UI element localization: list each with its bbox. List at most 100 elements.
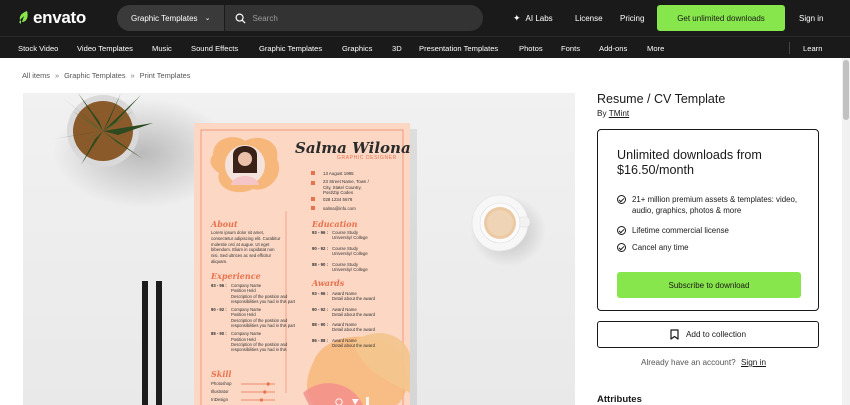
envato-logo[interactable]: envato [17, 8, 86, 28]
resume-experience-list: 93 - 96 : Company Name Position Held Descri… [211, 283, 301, 353]
resume-skill-illustrator: Illustrator [211, 389, 229, 394]
nav-item-video-templates[interactable]: Video Templates [77, 37, 133, 59]
exp-years: 93 - 96 : [211, 283, 227, 288]
top-bar: envato Graphic Templates ⌄ ✦ AI Labs Lic… [0, 0, 850, 36]
resume-awards-heading: Awards [312, 278, 345, 288]
nav-item-sound-effects[interactable]: Sound Effects [191, 37, 238, 59]
edu-line: University/ College [332, 235, 368, 241]
exp-line: responsibilities you had in this part [231, 323, 296, 329]
edu-years: 90 - 92 : [312, 245, 329, 251]
subscription-card: Unlimited downloads from $16.50/month 21… [597, 129, 819, 311]
edu-line: University/ College [332, 251, 368, 257]
nav-item-fonts[interactable]: Fonts [561, 37, 580, 59]
feature-text: Cancel any time [632, 243, 689, 252]
sparkle-icon: ✦ [513, 12, 521, 23]
item-byline: By TMint [597, 109, 629, 118]
bookmark-icon [670, 329, 679, 340]
award-years: 90 - 92 : [312, 306, 329, 312]
author-link[interactable]: TMint [609, 109, 629, 118]
award-years: 88 - 90 : [312, 322, 329, 328]
resume-contact-address: 23 Street Name, Town / City, State/ Coun… [323, 179, 369, 195]
breadcrumb-print-templates[interactable]: Print Templates [140, 71, 191, 80]
award-line: Detail about the award [332, 327, 375, 333]
resume-about-heading: About [211, 219, 238, 229]
nav-item-learn[interactable]: Learn [803, 37, 822, 59]
edu-years: 93 - 96 : [312, 230, 329, 235]
pricing-link[interactable]: Pricing [620, 0, 644, 36]
feature-item: Lifetime commercial license [617, 225, 729, 236]
byline-prefix: By [597, 109, 607, 118]
plan-title: Unlimited downloads from $16.50/month [617, 148, 762, 177]
item-preview-image[interactable]: Salma Wilona GRAPHIC DESIGNER 13 August … [23, 93, 575, 405]
resume-contact-dob: 13 August 1985 [323, 171, 354, 176]
edu-line: University/ College [332, 267, 368, 273]
exp-line: responsibilities you had in this [231, 347, 287, 353]
ai-labs-link[interactable]: ✦ AI Labs [513, 0, 553, 36]
ai-labs-label: AI Labs [525, 13, 553, 23]
search-icon [235, 13, 246, 24]
check-circle-icon [617, 195, 626, 204]
item-title: Resume / CV Template [597, 92, 726, 106]
search-input[interactable] [252, 13, 453, 23]
nav-item-presentation-templates[interactable]: Presentation Templates [419, 37, 498, 59]
award-years: 86 - 88 : [312, 337, 329, 343]
search-field[interactable] [225, 5, 483, 31]
breadcrumb: All items » Graphic Templates » Print Te… [22, 71, 190, 80]
resume-education-heading: Education [312, 219, 358, 229]
sidebar-sign-in-link[interactable]: Sign in [741, 358, 766, 367]
resume-contact-email: salma@info.com [323, 206, 356, 211]
resume-role: GRAPHIC DESIGNER [337, 155, 397, 161]
search-bar: Graphic Templates ⌄ [117, 5, 483, 31]
license-link[interactable]: License [575, 0, 603, 36]
subscribe-to-download-button[interactable]: Subscribe to download [617, 272, 801, 298]
nav-item-add-ons[interactable]: Add-ons [599, 37, 627, 59]
nav-item-stock-video[interactable]: Stock Video [18, 37, 58, 59]
resume-education-list: 93 - 96 : Course Study University/ College… [312, 230, 404, 272]
scrollbar-thumb[interactable] [843, 60, 849, 120]
feature-text: Lifetime commercial license [632, 226, 729, 235]
envato-leaf-icon [19, 11, 28, 24]
resume-experience-heading: Experience [211, 271, 261, 281]
get-unlimited-downloads-button[interactable]: Get unlimited downloads [657, 5, 785, 31]
breadcrumb-all-items[interactable]: All items [22, 71, 50, 80]
category-select-label: Graphic Templates [131, 13, 198, 23]
feature-text: 21+ million premium assets & templates: … [632, 195, 798, 215]
add-to-collection-button[interactable]: Add to collection [597, 321, 819, 348]
resume-contact-phone: 028 1234 5678 [323, 197, 353, 202]
check-circle-icon [617, 243, 626, 252]
sign-in-link[interactable]: Sign in [799, 0, 823, 36]
chevron-down-icon: ⌄ [204, 15, 211, 22]
check-circle-icon [617, 226, 626, 235]
nav-item-photos[interactable]: Photos [519, 37, 543, 59]
category-nav: Stock Video Video Templates Music Sound … [0, 36, 850, 58]
account-prompt: Already have an account? Sign in [641, 358, 766, 367]
breadcrumb-separator: » [130, 71, 135, 80]
award-line: Detail about the award [332, 296, 375, 302]
attributes-heading: Attributes [597, 394, 642, 405]
nav-divider [789, 42, 790, 54]
edu-years: 88 - 90 : [312, 261, 329, 267]
nav-item-3d[interactable]: 3D [392, 37, 402, 59]
exp-years: 88 - 90 : [211, 331, 227, 337]
exp-years: 90 - 92 : [211, 307, 227, 313]
breadcrumb-separator: » [54, 71, 60, 80]
category-select[interactable]: Graphic Templates ⌄ [117, 5, 226, 31]
exp-line: responsibilities you had in this part [231, 298, 296, 304]
feature-item: Cancel any time [617, 242, 689, 253]
award-years: 93 - 96 : [312, 291, 329, 296]
award-line: Detail about the award [332, 311, 375, 317]
resume-about-text: Lorem ipsum dolor sit amet, consectetur … [211, 230, 281, 264]
resume-skill-heading: Skill [211, 369, 232, 379]
nav-item-graphic-templates[interactable]: Graphic Templates [259, 37, 322, 59]
award-line: Detail about the award [332, 343, 375, 349]
breadcrumb-graphic-templates[interactable]: Graphic Templates [64, 71, 125, 80]
nav-item-graphics[interactable]: Graphics [342, 37, 372, 59]
resume-awards-list: 93 - 96 : Award Name Detail about the awar… [312, 291, 404, 348]
resume-skill-indesign: InDesign [211, 397, 228, 402]
nav-item-more[interactable]: More [647, 37, 664, 59]
add-to-collection-label: Add to collection [685, 330, 747, 339]
feature-item: 21+ million premium assets & templates: … [617, 194, 807, 216]
resume-skill-photoshop: Photoshop [211, 381, 232, 386]
logo-text: envato [33, 8, 86, 27]
nav-item-music[interactable]: Music [152, 37, 172, 59]
